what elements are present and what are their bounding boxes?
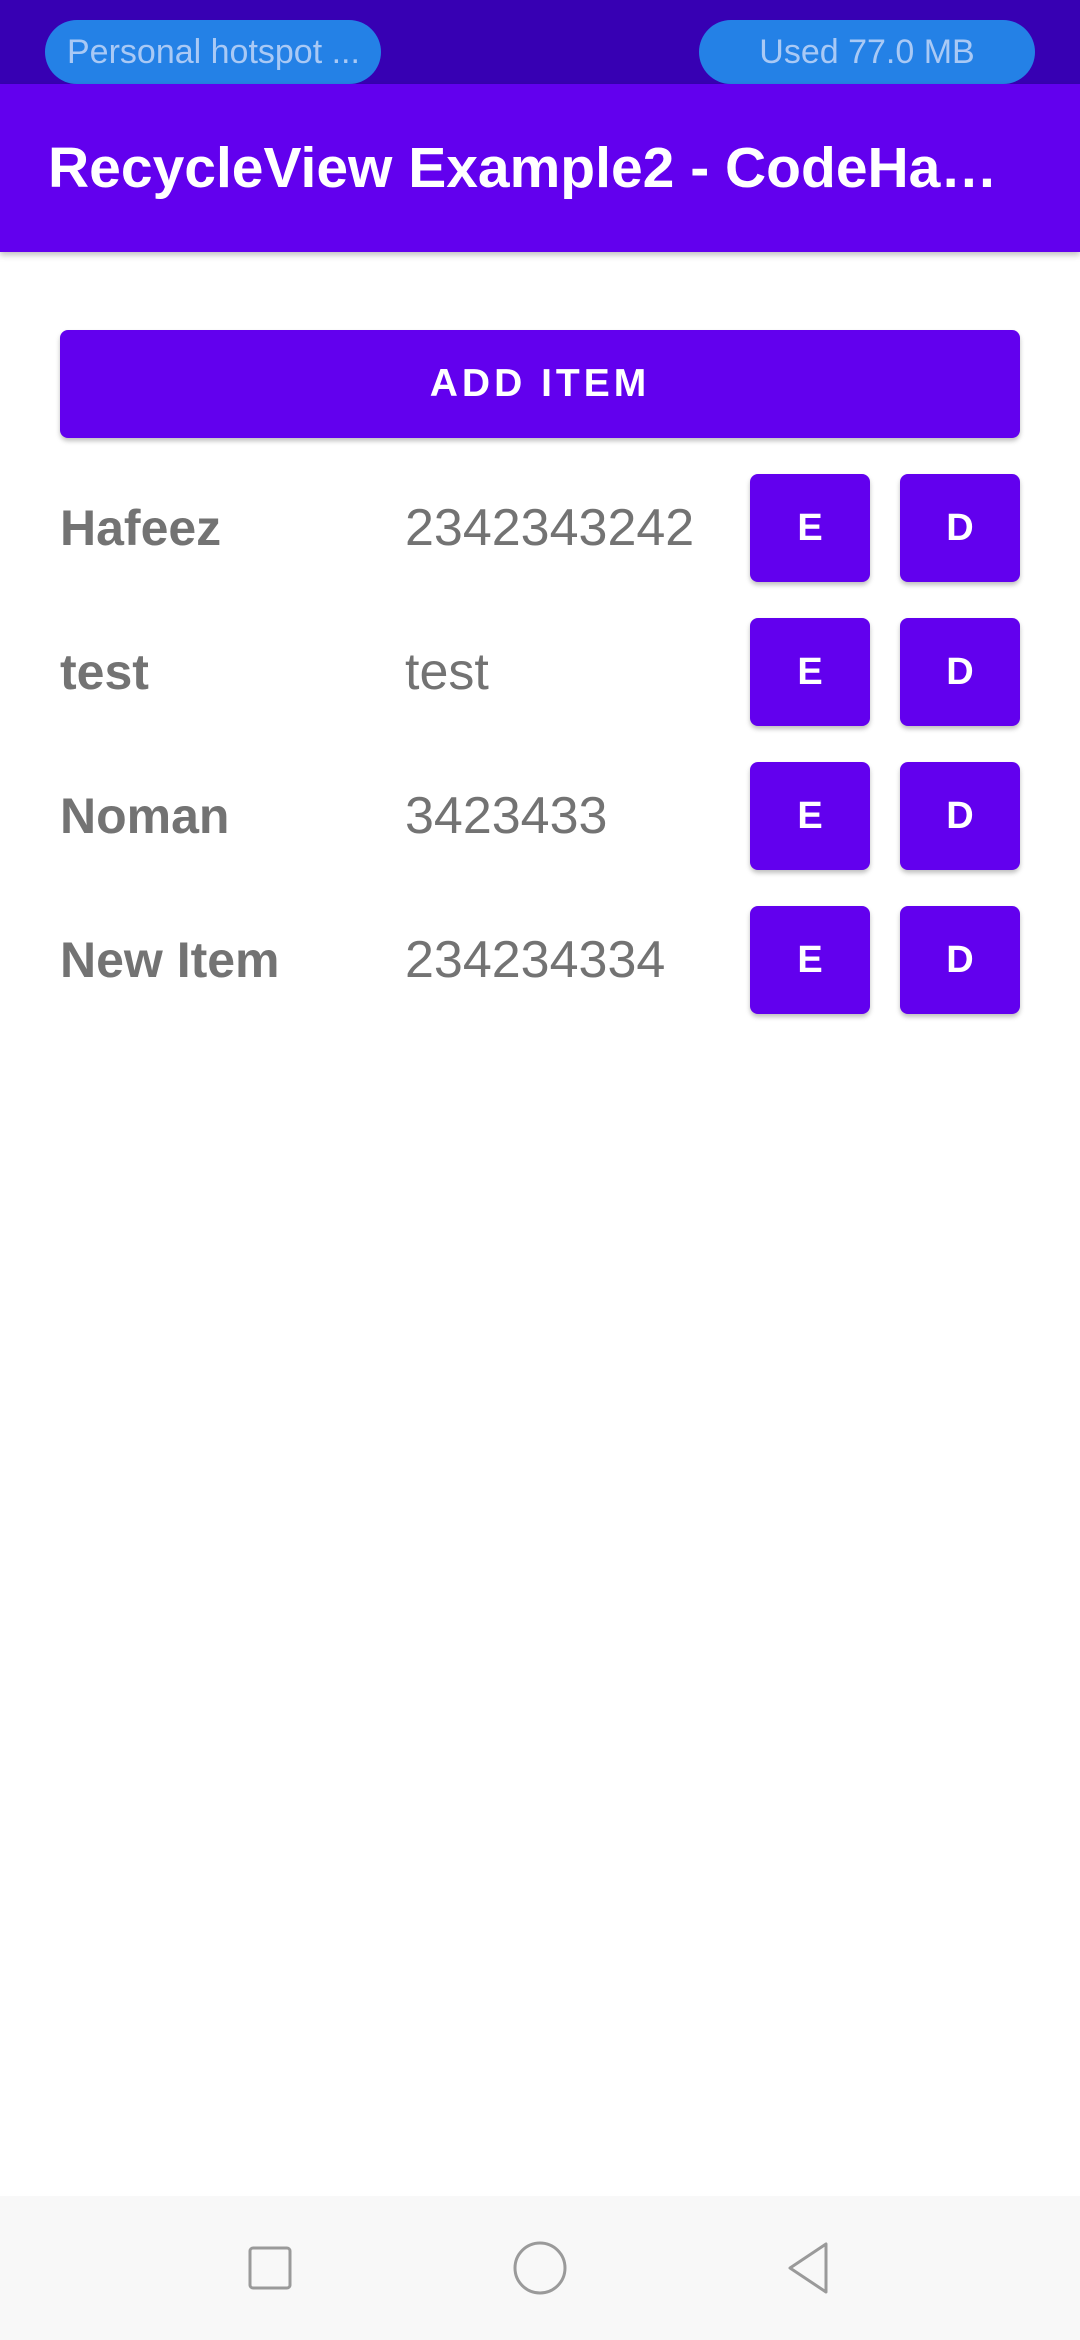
edit-button[interactable]: E <box>750 906 870 1014</box>
item-list: Hafeez 2342343242 E D test test E D Noma… <box>0 474 1080 1050</box>
item-name: New Item <box>60 932 280 988</box>
item-value: 2342343242 <box>405 499 695 557</box>
edit-button[interactable]: E <box>750 762 870 870</box>
delete-button[interactable]: D <box>900 906 1020 1014</box>
navigation-bar <box>0 2196 1080 2340</box>
recents-icon[interactable] <box>240 2238 300 2298</box>
page-title: RecycleView Example2 - CodeHa… <box>48 136 998 200</box>
edit-button[interactable]: E <box>750 474 870 582</box>
item-name: test <box>60 644 149 700</box>
app-bar: RecycleView Example2 - CodeHa… <box>0 84 1080 252</box>
list-item: Noman 3423433 E D <box>0 762 1080 906</box>
item-name: Noman <box>60 788 230 844</box>
item-name: Hafeez <box>60 500 222 556</box>
hotspot-indicator[interactable]: Personal hotspot ... <box>45 20 381 84</box>
delete-button[interactable]: D <box>900 474 1020 582</box>
edit-button[interactable]: E <box>750 618 870 726</box>
data-usage-indicator[interactable]: Used 77.0 MB <box>699 20 1035 84</box>
add-item-button[interactable]: ADD ITEM <box>60 330 1020 438</box>
item-value: 234234334 <box>405 931 666 989</box>
delete-button[interactable]: D <box>900 618 1020 726</box>
item-value: test <box>405 643 489 701</box>
status-bar: Personal hotspot ... Used 77.0 MB <box>0 0 1080 84</box>
list-item: Hafeez 2342343242 E D <box>0 474 1080 618</box>
home-icon[interactable] <box>510 2238 570 2298</box>
item-value: 3423433 <box>405 787 608 845</box>
back-icon[interactable] <box>780 2238 840 2298</box>
list-item: test test E D <box>0 618 1080 762</box>
delete-button[interactable]: D <box>900 762 1020 870</box>
list-item: New Item 234234334 E D <box>0 906 1080 1050</box>
